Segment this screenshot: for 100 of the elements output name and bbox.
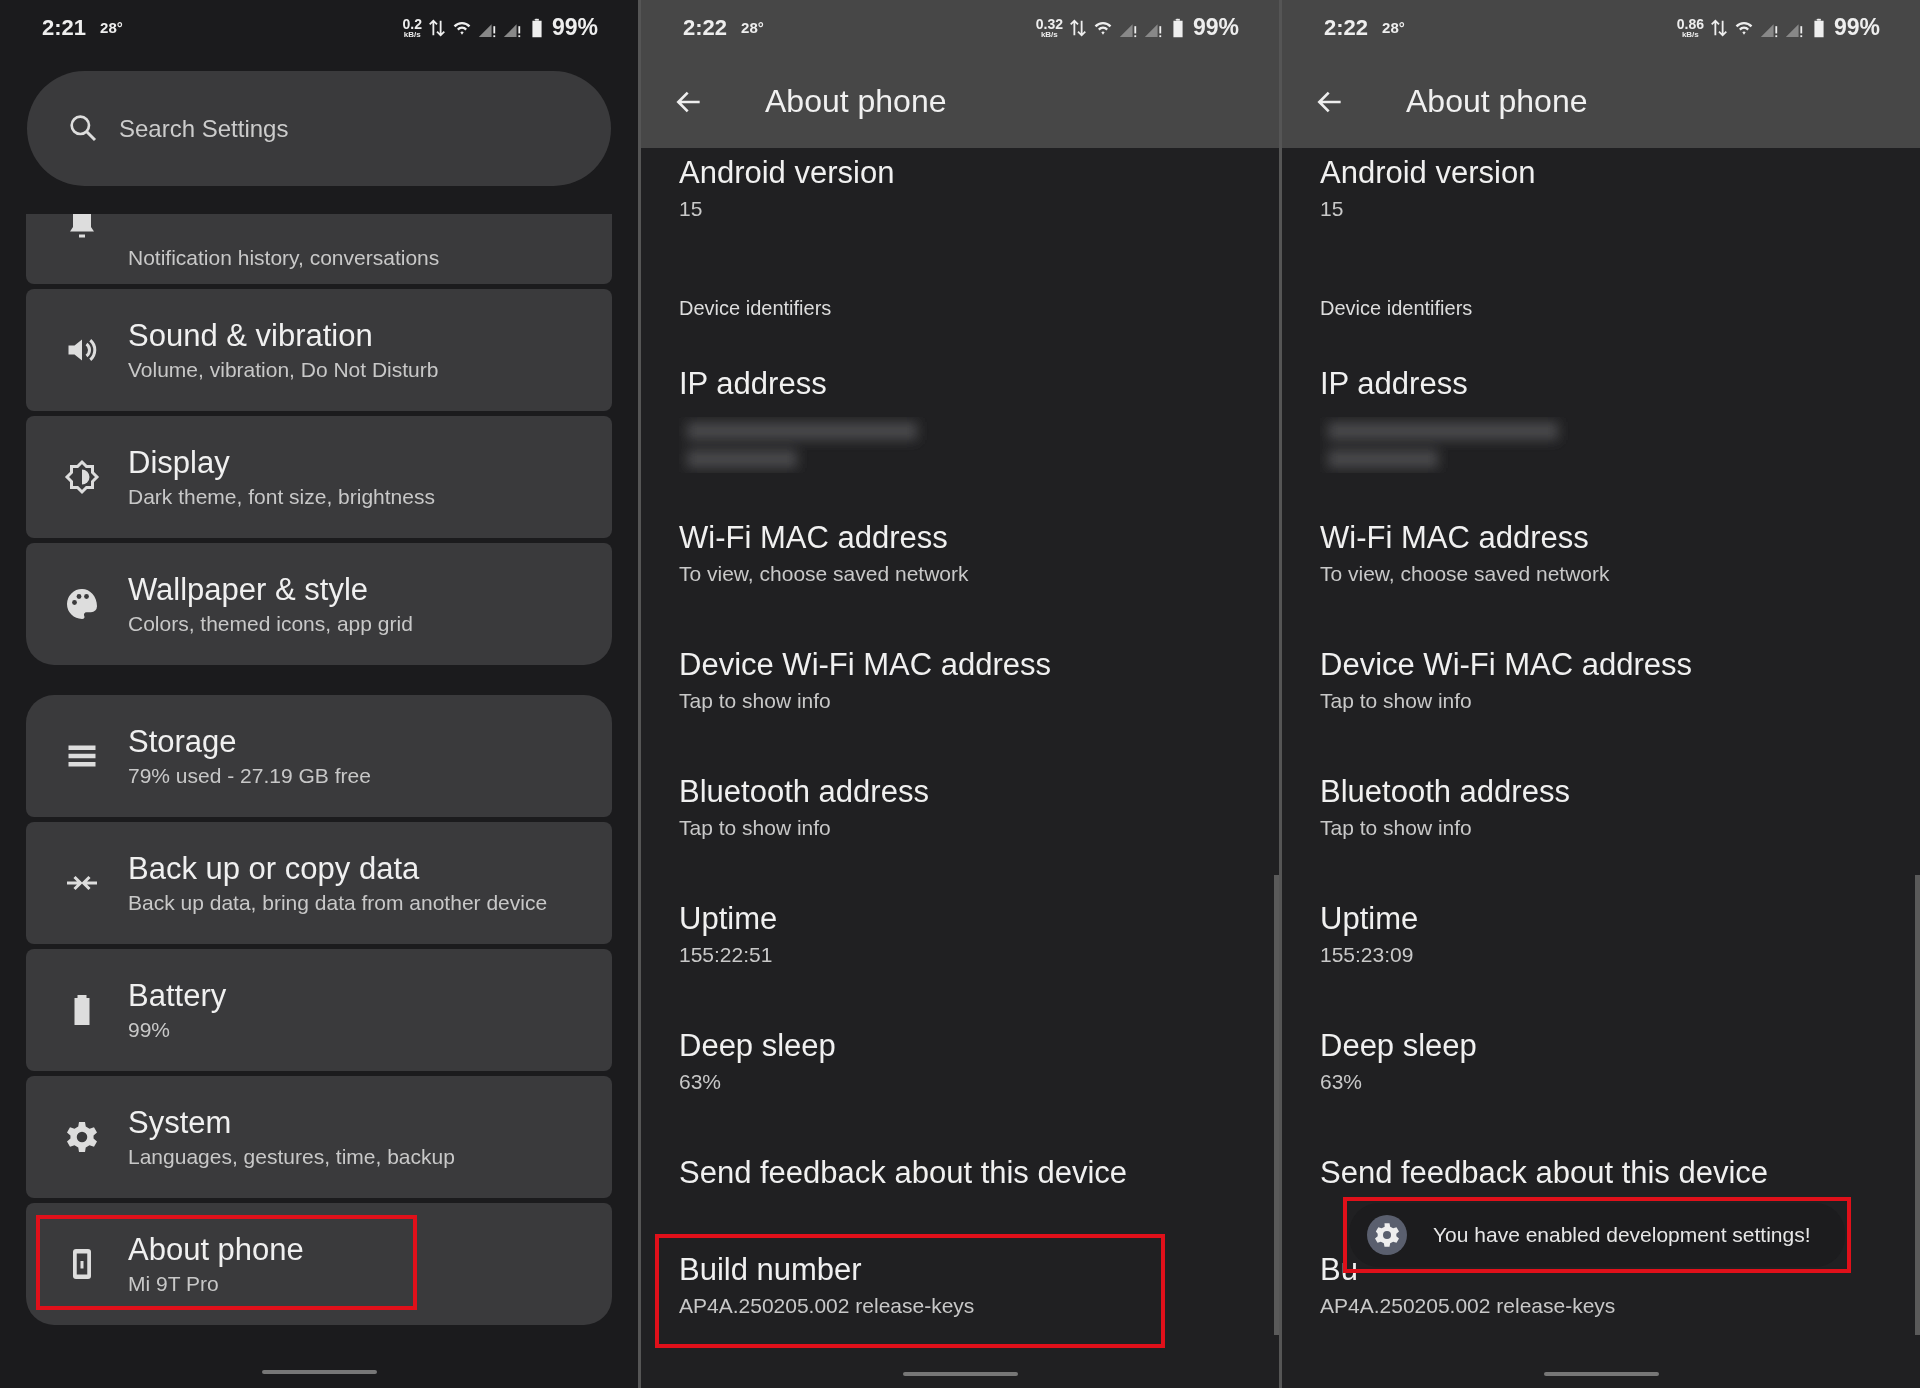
item-subtitle: Back up data, bring data from another device (128, 891, 548, 915)
item-title: Send feedback about this device (679, 1155, 1129, 1191)
data-speed: 0.2 (402, 16, 422, 31)
item-subtitle: To view, choose saved network (679, 562, 970, 586)
item-title: Bluetooth address (679, 774, 930, 810)
item-title: Device Wi-Fi MAC address (1320, 647, 1694, 683)
search-field[interactable]: Search Settings (27, 71, 611, 186)
item-subtitle: Tap to show info (679, 689, 832, 713)
settings-item[interactable]: About phone Mi 9T Pro (26, 1203, 612, 1325)
item-title: Display (128, 445, 231, 481)
list-item[interactable]: Device Wi-Fi MAC address Tap to show info (1282, 640, 1908, 767)
item-title: IP address (679, 366, 828, 402)
item-subtitle: 15 (679, 197, 704, 221)
item-title: About phone (128, 1232, 304, 1268)
item-title: Battery (128, 978, 227, 1014)
item-subtitle: 155:23:09 (1320, 943, 1415, 967)
search-icon (67, 112, 99, 144)
item-subtitle: Colors, themed icons, app grid (128, 612, 413, 636)
item-subtitle: 63% (1320, 1070, 1364, 1094)
item-subtitle: Notification history, conversations (128, 246, 440, 270)
clock: 2:22 (683, 14, 728, 41)
item-subtitle: AP4A.250205.002 release-keys (1320, 1294, 1617, 1318)
list-item[interactable]: Device Wi-Fi MAC address Tap to show info (641, 640, 1267, 767)
toast-message: You have enabled development settings! (1433, 1223, 1811, 1247)
item-subtitle: 79% used - 27.19 GB free (128, 764, 371, 788)
item-title: Uptime (679, 901, 779, 937)
list-item[interactable]: Uptime 155:23:09 (1282, 894, 1908, 1021)
temperature: 28° (100, 19, 123, 36)
list-item[interactable]: Deep sleep 63% (641, 1021, 1267, 1148)
item-title: Build number (679, 1252, 863, 1288)
page-title: About phone (765, 83, 947, 120)
navigation-handle[interactable] (1543, 1372, 1659, 1376)
item-title: Storage (128, 724, 238, 760)
clock: 2:21 (42, 14, 87, 41)
navigation-handle[interactable] (261, 1370, 377, 1374)
item-subtitle: 155:22:51 (679, 943, 774, 967)
data-speed: 0.86 (1676, 16, 1704, 31)
item-title: Wi-Fi MAC address (679, 520, 949, 556)
temperature: 28° (741, 19, 764, 36)
list-item[interactable]: Send feedback about this device (641, 1148, 1267, 1245)
list-item[interactable]: Wi-Fi MAC address To view, choose saved network (641, 513, 1267, 640)
brightness-icon (64, 459, 100, 495)
list-item[interactable]: Deep sleep 63% (1282, 1021, 1908, 1148)
item-subtitle: 15 (1320, 197, 1345, 221)
item-subtitle: Dark theme, font size, brightness (128, 485, 435, 509)
item-subtitle: AP4A.250205.002 release-keys (679, 1294, 976, 1318)
clock: 2:22 (1324, 14, 1369, 41)
page-title: About phone (1406, 83, 1588, 120)
list-item[interactable]: Android version 15 (641, 148, 1267, 275)
item-title: Android version (679, 155, 896, 191)
item-subtitle: 99% (128, 1018, 172, 1042)
list-item[interactable]: Uptime 155:22:51 (641, 894, 1267, 1021)
item-title: Uptime (1320, 901, 1420, 937)
item-title: Android version (1320, 155, 1537, 191)
settings-item[interactable]: Notification history, conversations (26, 214, 612, 284)
list-item[interactable]: IP address (1282, 359, 1908, 513)
item-title: Wallpaper & style (128, 572, 370, 608)
temperature: 28° (1382, 19, 1405, 36)
item-title: System (128, 1105, 233, 1141)
settings-item[interactable]: Display Dark theme, font size, brightness (26, 416, 612, 538)
data-speed: 0.32 (1035, 16, 1063, 31)
speed-unit: kB/s (1681, 30, 1699, 39)
item-title: Sound & vibration (128, 318, 374, 354)
palette-icon (64, 586, 100, 622)
item-subtitle: Tap to show info (1320, 816, 1473, 840)
section-header: Device identifiers (679, 297, 832, 319)
settings-item[interactable]: Battery 99% (26, 949, 612, 1071)
item-subtitle: Tap to show info (679, 816, 832, 840)
speed-unit: kB/s (1040, 30, 1058, 39)
item-subtitle: Tap to show info (1320, 689, 1473, 713)
settings-item[interactable]: System Languages, gestures, time, backup (26, 1076, 612, 1198)
gear-icon (1367, 1215, 1407, 1255)
speed-unit: kB/s (403, 30, 421, 39)
battery-level: 99% (551, 14, 598, 41)
list-item[interactable]: IP address (641, 359, 1267, 513)
item-subtitle: Languages, gestures, time, backup (128, 1145, 455, 1169)
list-item[interactable]: Wi-Fi MAC address To view, choose saved network (1282, 513, 1908, 640)
item-title: Bluetooth address (1320, 774, 1571, 810)
list-item[interactable]: Android version 15 (1282, 148, 1908, 275)
settings-item[interactable]: Sound & vibration Volume, vibration, Do Not Disturb (26, 289, 612, 411)
battery-level: 99% (1833, 14, 1880, 41)
list-item[interactable]: Build number AP4A.250205.002 release-keys (641, 1245, 1267, 1372)
item-title: Deep sleep (1320, 1028, 1478, 1064)
item-subtitle: 63% (679, 1070, 723, 1094)
item-title: Device Wi-Fi MAC address (679, 647, 1053, 683)
settings-item[interactable]: Wallpaper & style Colors, themed icons, app grid (26, 543, 612, 665)
item-subtitle: To view, choose saved network (1320, 562, 1611, 586)
list-item[interactable]: Bluetooth address Tap to show info (1282, 767, 1908, 894)
item-subtitle: Volume, vibration, Do Not Disturb (128, 358, 439, 382)
gear-icon (64, 1119, 100, 1155)
settings-item[interactable]: Back up or copy data Back up data, bring data from another device (26, 822, 612, 944)
item-title: Wi-Fi MAC address (1320, 520, 1590, 556)
navigation-handle[interactable] (902, 1372, 1018, 1376)
battery-level: 99% (1192, 14, 1239, 41)
item-subtitle: Mi 9T Pro (128, 1272, 220, 1296)
item-title: IP address (1320, 366, 1469, 402)
item-title: Deep sleep (679, 1028, 837, 1064)
list-item[interactable]: Bluetooth address Tap to show info (641, 767, 1267, 894)
item-title: Back up or copy data (128, 851, 421, 887)
settings-item[interactable]: Storage 79% used - 27.19 GB free (26, 695, 612, 817)
